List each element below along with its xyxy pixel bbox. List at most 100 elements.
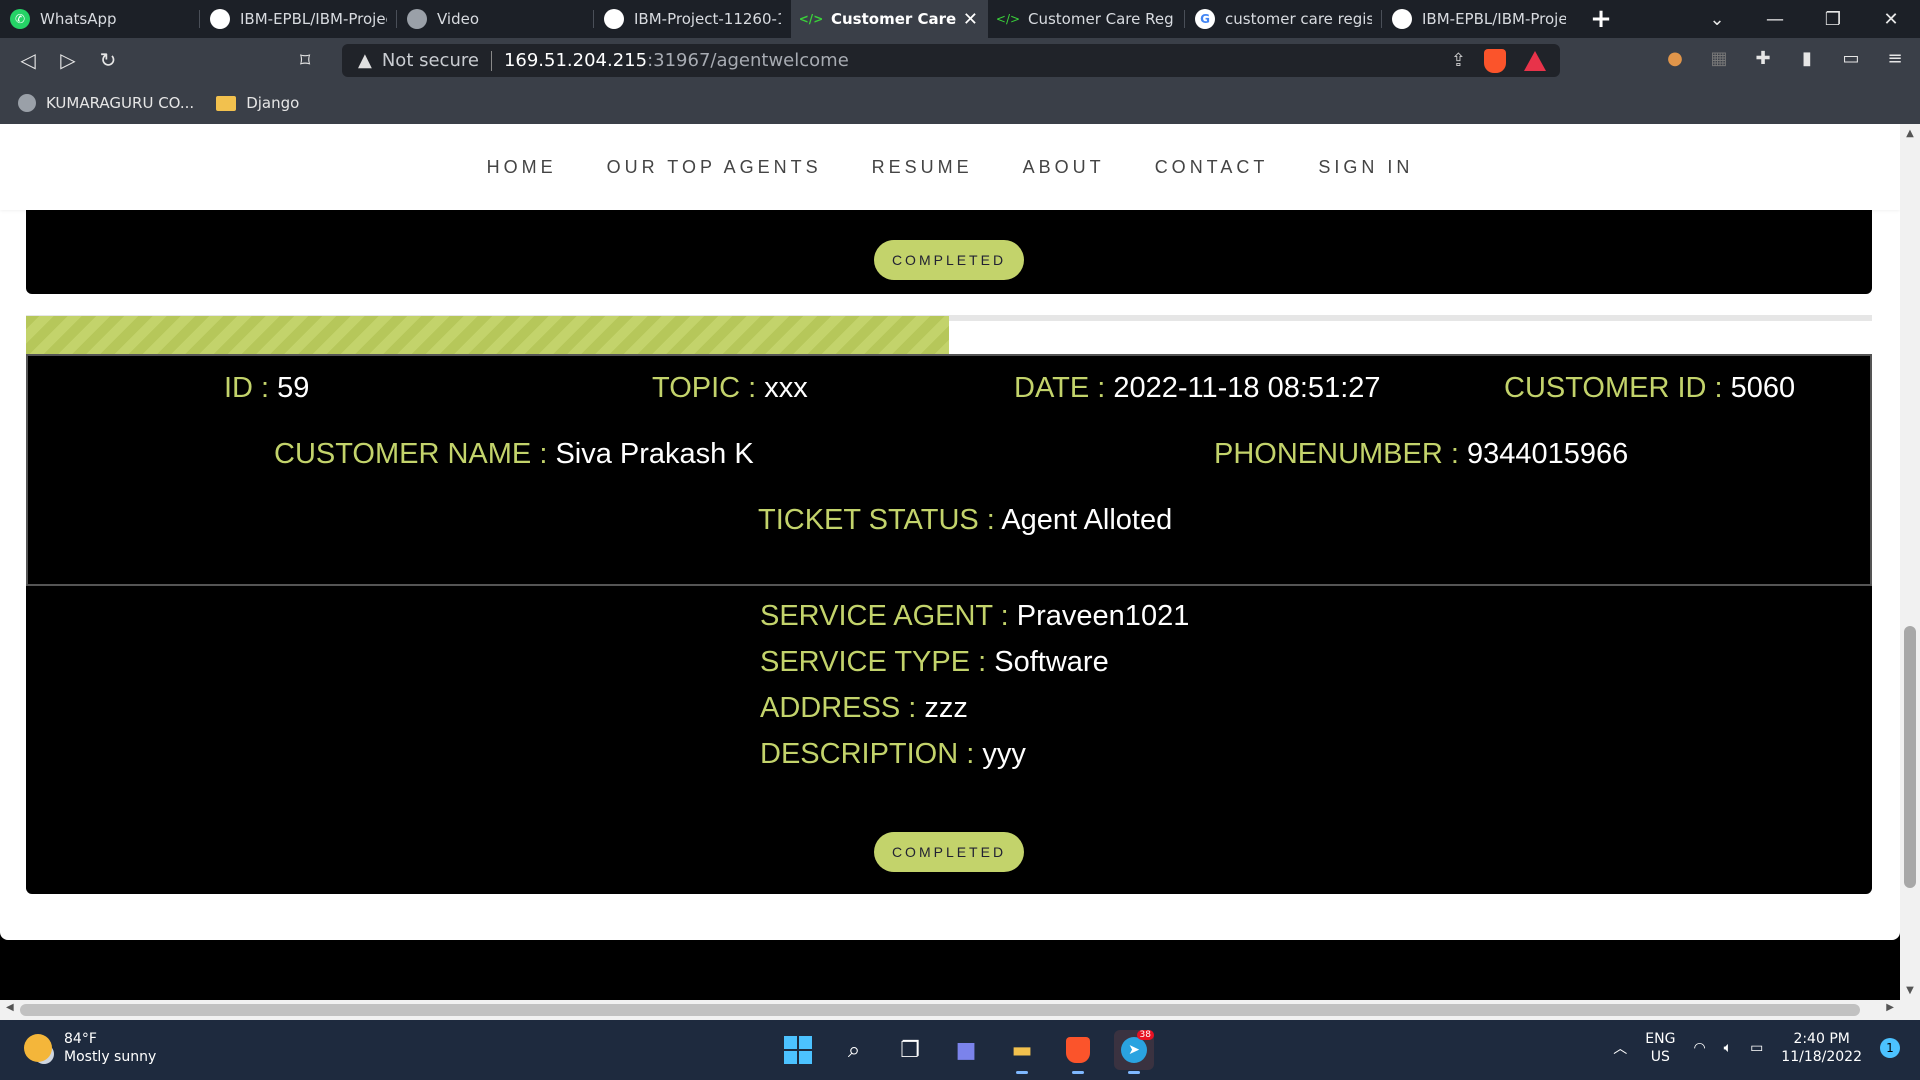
weather-desc: Mostly sunny [64, 1049, 157, 1065]
forward-icon[interactable]: ▷ [48, 48, 88, 72]
task-view-icon[interactable]: ❐ [890, 1030, 930, 1070]
brave-browser-icon[interactable] [1058, 1030, 1098, 1074]
completed-button[interactable]: COMPLETED [874, 832, 1024, 872]
field-value: Agent Alloted [1001, 504, 1173, 536]
nav-sign-in[interactable]: SIGN IN [1318, 157, 1413, 178]
ticket-card: ID : 59 TOPIC : xxx DATE : 2022-11-18 08… [26, 354, 1872, 894]
menu-icon[interactable]: ≡ [1884, 48, 1906, 69]
horizontal-scrollbar[interactable]: ◀ ▶ [0, 1000, 1920, 1020]
cookie-icon[interactable]: ● [1664, 48, 1686, 69]
clock[interactable]: 2:40 PM 11/18/2022 [1781, 1030, 1862, 1066]
tab-title: Customer Care Reg [831, 10, 957, 28]
scroll-down-icon[interactable]: ▼ [1900, 985, 1920, 996]
telegram-icon[interactable]: ➤ 38 [1114, 1030, 1154, 1074]
nav-home[interactable]: HOME [487, 157, 557, 178]
bookmark-label: KUMARAGURU CO... [46, 94, 195, 112]
browser-toolbar: ◁ ▷ ↻ ⌑ ▲ Not secure 169.51.204.215 :319… [0, 38, 1920, 82]
bookmark-label: Django [246, 94, 300, 112]
completed-button[interactable]: COMPLETED [874, 240, 1024, 280]
minimize-icon[interactable]: — [1746, 9, 1804, 30]
tab-title: IBM-Project-11260-16 [634, 10, 781, 28]
telegram-badge: 38 [1136, 1030, 1154, 1040]
tab-customer-care-2[interactable]: </> Customer Care Registr [988, 0, 1185, 38]
windows-taskbar: 84°F Mostly sunny ⌕ ❐ ■ ▬ ➤ 38 ︿ ENG US … [0, 1020, 1920, 1080]
back-icon[interactable]: ◁ [8, 48, 48, 72]
google-icon: G [1195, 9, 1215, 29]
bookmark-icon[interactable]: ⌑ [300, 48, 310, 72]
url-path: :31967/agentwelcome [647, 50, 849, 71]
field-label: DATE : [1014, 372, 1114, 404]
brave-rewards-icon[interactable] [1524, 50, 1546, 71]
notification-badge[interactable]: 1 [1880, 1038, 1900, 1058]
volume-muted-icon[interactable]: 🔈︎ [1724, 1040, 1732, 1056]
search-icon[interactable]: ⌕ [834, 1030, 874, 1070]
field-value: 59 [277, 372, 310, 404]
address-bar[interactable]: ▲ Not secure 169.51.204.215 :31967/agent… [342, 44, 1560, 77]
field-value: 5060 [1730, 372, 1796, 404]
ticket-service-type: SERVICE TYPE : Software [760, 646, 1109, 679]
globe-icon [407, 9, 427, 29]
scroll-thumb[interactable] [20, 1004, 1860, 1016]
nav-top-agents[interactable]: OUR TOP AGENTS [607, 157, 822, 178]
language-indicator[interactable]: ENG US [1645, 1030, 1675, 1066]
field-label: CUSTOMER ID : [1504, 372, 1731, 404]
address-bar-actions: ⇪ [1451, 48, 1560, 73]
nav-contact[interactable]: CONTACT [1155, 157, 1269, 178]
field-label: TOPIC : [652, 372, 765, 404]
brave-shields-icon[interactable] [1484, 48, 1506, 73]
nav-about[interactable]: ABOUT [1023, 157, 1105, 178]
file-explorer-icon[interactable]: ▬ [1002, 1030, 1042, 1074]
github-icon [1392, 9, 1412, 29]
ticket-description: DESCRIPTION : yyy [760, 738, 1026, 771]
nav-resume[interactable]: RESUME [872, 157, 973, 178]
puzzle-icon[interactable]: ✚ [1752, 48, 1774, 69]
sidebar-icon[interactable]: ▮ [1796, 48, 1818, 69]
weather-widget[interactable]: 84°F Mostly sunny [24, 1030, 156, 1066]
scroll-right-icon[interactable]: ▶ [1886, 1002, 1894, 1013]
teams-chat-icon[interactable]: ■ [946, 1030, 986, 1070]
chevron-up-icon[interactable]: ︿ [1613, 1038, 1627, 1058]
url-host: 169.51.204.215 [503, 50, 648, 71]
field-value: 2022-11-18 08:51:27 [1113, 372, 1381, 404]
code-icon: </> [798, 12, 824, 26]
field-value: Praveen1021 [1016, 600, 1190, 632]
battery-icon[interactable]: ▭ [1750, 1040, 1763, 1056]
code-icon: </> [995, 12, 1021, 26]
weather-temp: 84°F [64, 1031, 97, 1047]
close-icon[interactable]: ✕ [963, 9, 978, 30]
ticket-address: ADDRESS : zzz [760, 692, 968, 725]
ticket-phone: PHONENUMBER : 9344015966 [1214, 438, 1628, 471]
scroll-left-icon[interactable]: ◀ [6, 1002, 14, 1013]
tab-customer-care-active[interactable]: </> Customer Care Reg ✕ [791, 0, 988, 38]
restore-icon[interactable]: ❐ [1804, 9, 1862, 30]
bookmark-django[interactable]: Django [216, 94, 299, 112]
extension-grey-icon[interactable]: ▦ [1708, 48, 1730, 69]
scroll-up-icon[interactable]: ▲ [1900, 128, 1920, 139]
progress-fill [26, 316, 949, 354]
close-window-icon[interactable]: ✕ [1862, 9, 1920, 30]
new-tab-button[interactable]: + [1576, 4, 1626, 34]
bookmark-kumaraguru[interactable]: KUMARAGURU CO... [18, 94, 194, 112]
start-button[interactable] [778, 1030, 818, 1070]
tab-video[interactable]: Video [397, 0, 594, 38]
lang-code: ENG [1645, 1031, 1676, 1047]
folder-icon [216, 95, 237, 111]
tab-title: Customer Care Registr [1028, 10, 1175, 28]
tab-search-chevron-icon[interactable]: ⌄ [1688, 9, 1746, 30]
tab-github-3[interactable]: IBM-EPBL/IBM-Project [1382, 0, 1576, 38]
ticket-date: DATE : 2022-11-18 08:51:27 [1014, 372, 1381, 405]
reload-icon[interactable]: ↻ [88, 48, 128, 72]
share-icon[interactable]: ⇪ [1451, 50, 1466, 71]
field-value: xxx [764, 372, 808, 404]
scroll-thumb[interactable] [1904, 626, 1916, 888]
wallet-icon[interactable]: ▭ [1840, 48, 1862, 69]
tab-github-2[interactable]: IBM-Project-11260-16 [594, 0, 791, 38]
tab-title: Video [437, 10, 480, 28]
tab-google-search[interactable]: G customer care registry [1185, 0, 1382, 38]
wifi-icon[interactable]: ◠ [1693, 1040, 1705, 1056]
vertical-scrollbar[interactable]: ▲ ▼ [1900, 124, 1920, 1000]
ticket-customer-name: CUSTOMER NAME : Siva Prakash K [274, 438, 754, 471]
ticket-id: ID : 59 [224, 372, 309, 405]
tab-github-1[interactable]: IBM-EPBL/IBM-Project [200, 0, 397, 38]
tab-whatsapp[interactable]: ✆ WhatsApp [0, 0, 200, 38]
